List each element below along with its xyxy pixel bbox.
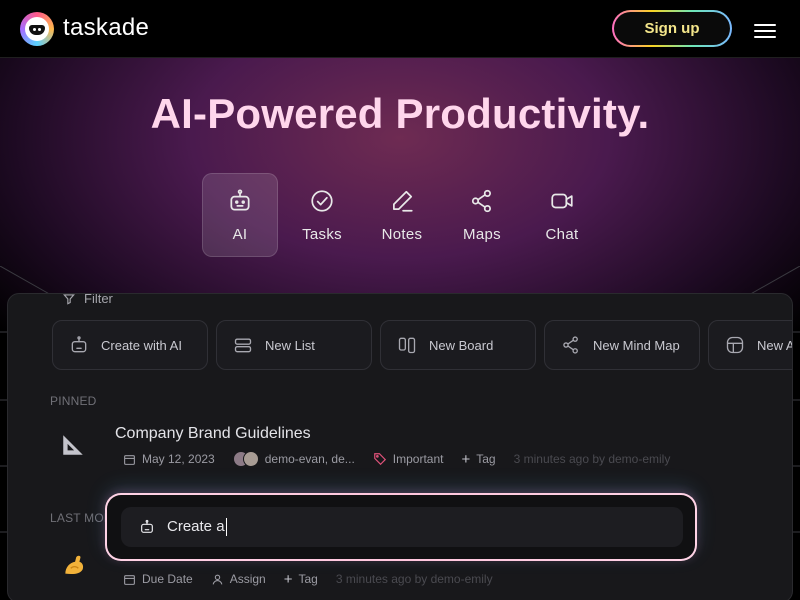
pinned-project-title[interactable]: Company Brand Guidelines [115, 425, 311, 443]
tab-chat-label: Chat [545, 225, 579, 243]
create-actions-row: Create with AI New List New Board New Mi… [52, 320, 793, 372]
pinned-section-label: PINNED [50, 394, 97, 408]
robot-icon [141, 519, 153, 533]
list-icon [234, 338, 252, 353]
last-modified-section-label: LAST MOD [50, 511, 113, 525]
due-date-label: Due Date [142, 572, 193, 586]
mind-map-icon [563, 336, 578, 354]
new-list-label: New List [265, 337, 315, 353]
activity-text-2: 3 minutes ago by demo-emily [335, 572, 493, 586]
sign-up-label: Sign up [644, 20, 700, 37]
pinned-project-meta: May 12, 2023 demo-evan, de... Important … [123, 450, 670, 468]
tab-notes[interactable]: Notes [362, 173, 442, 257]
assign-label: Assign [229, 572, 266, 586]
members-chip[interactable]: demo-evan, de... [232, 451, 355, 467]
pencil-icon [393, 190, 413, 212]
plus-icon: + [283, 570, 293, 588]
brand-name[interactable]: taskade [63, 14, 149, 42]
ai-prompt-text: Create a [167, 517, 225, 535]
tab-notes-label: Notes [381, 225, 423, 243]
ai-prompt-box: Create a [105, 493, 697, 561]
person-icon [212, 574, 223, 585]
create-with-ai-label: Create with AI [101, 337, 182, 353]
tag-icon [373, 453, 386, 466]
new-mind-map-label: New Mind Map [593, 337, 680, 353]
tab-tasks-label: Tasks [302, 225, 342, 243]
taskade-logo-icon[interactable] [20, 12, 54, 46]
plus-icon: + [461, 450, 471, 468]
new-more-button[interactable]: New A [708, 320, 793, 370]
date-label: May 12, 2023 [142, 452, 215, 466]
filter-button[interactable]: Filter [62, 293, 113, 306]
members-label: demo-evan, de... [264, 452, 355, 466]
add-tag-button-2[interactable]: + Tag [284, 571, 318, 588]
tab-maps-label: Maps [463, 225, 501, 243]
robot-icon [71, 336, 87, 353]
globe-icon [726, 336, 744, 354]
filter-label: Filter [84, 293, 113, 306]
hero-title: AI-Powered Productivity. [150, 90, 650, 137]
robot-icon [230, 189, 250, 211]
last-item-meta: Due Date Assign + Tag 3 minutes ago by d… [123, 570, 493, 588]
hamburger-menu-icon[interactable] [754, 22, 778, 40]
text-caret [225, 518, 227, 537]
tab-chat[interactable]: Chat [522, 173, 602, 257]
flexed-biceps-icon [65, 555, 84, 575]
tab-ai-label: AI [232, 225, 248, 243]
new-board-button[interactable]: New Board [380, 320, 536, 370]
tag-label: Important [392, 452, 444, 466]
assign-chip[interactable]: Assign [211, 572, 266, 586]
new-list-button[interactable]: New List [216, 320, 372, 370]
share-nodes-icon [471, 189, 491, 212]
add-tag-label: Tag [476, 452, 496, 466]
set-square-icon [63, 435, 83, 455]
video-icon [551, 193, 573, 208]
activity-text: 3 minutes ago by demo-emily [513, 452, 671, 466]
tag-chip[interactable]: Important [373, 452, 444, 466]
filter-icon [63, 294, 75, 305]
calendar-icon [124, 454, 135, 465]
member-avatars [232, 451, 259, 467]
calendar-icon [124, 574, 135, 585]
mode-tabs: AI Tasks Notes Maps Chat [202, 173, 602, 257]
create-with-ai-button[interactable]: Create with AI [52, 320, 208, 370]
new-board-label: New Board [429, 337, 494, 353]
new-more-label: New A [757, 337, 793, 353]
date-chip[interactable]: May 12, 2023 [123, 452, 215, 466]
tab-tasks[interactable]: Tasks [282, 173, 362, 257]
ai-prompt-input[interactable]: Create a [121, 507, 683, 547]
check-circle-icon [311, 189, 333, 212]
tab-ai[interactable]: AI [202, 173, 278, 257]
add-tag-label-2: Tag [298, 572, 318, 586]
sign-up-button[interactable]: Sign up [612, 10, 732, 47]
top-navigation-bar: taskade Sign up [0, 0, 800, 58]
new-mind-map-button[interactable]: New Mind Map [544, 320, 700, 370]
board-icon [398, 337, 416, 354]
tab-maps[interactable]: Maps [442, 173, 522, 257]
add-tag-button[interactable]: + Tag [461, 451, 495, 468]
due-date-chip[interactable]: Due Date [123, 572, 193, 586]
